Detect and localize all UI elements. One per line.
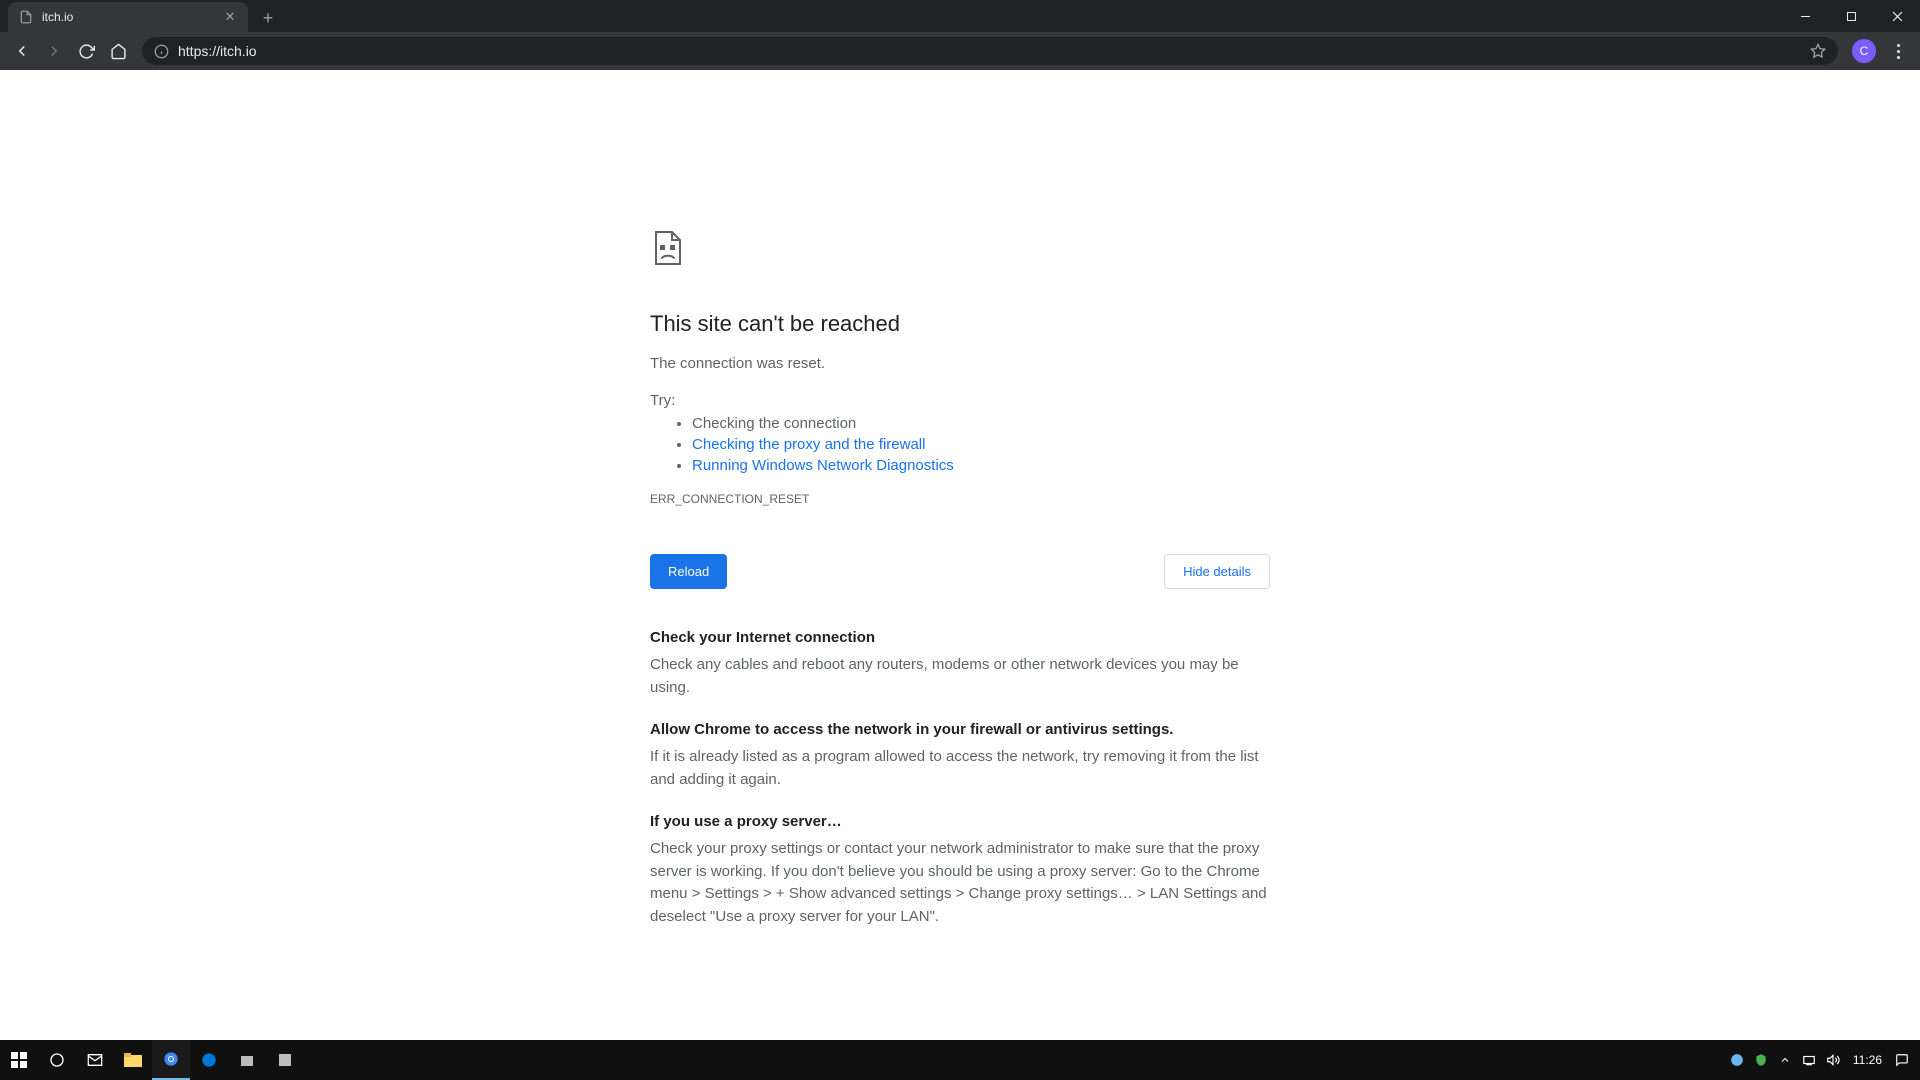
- window-maximize-button[interactable]: [1828, 0, 1874, 32]
- try-label: Try:: [650, 392, 1270, 409]
- start-button[interactable]: [0, 1040, 38, 1080]
- taskbar-file-explorer-icon[interactable]: [114, 1040, 152, 1080]
- address-bar[interactable]: https://itch.io: [142, 37, 1838, 65]
- tray-security-icon[interactable]: [1749, 1053, 1773, 1067]
- tab-favicon: [18, 9, 34, 25]
- tab-strip: itch.io ✕ +: [0, 0, 1920, 32]
- detail-1-title: Check your Internet connection: [650, 629, 1270, 646]
- hide-details-button[interactable]: Hide details: [1164, 554, 1270, 589]
- error-page: This site can't be reached The connectio…: [650, 230, 1270, 928]
- browser-tab[interactable]: itch.io ✕: [8, 2, 248, 32]
- nav-forward-button[interactable]: [40, 37, 68, 65]
- browser-toolbar: https://itch.io C: [0, 32, 1920, 70]
- nav-reload-button[interactable]: [72, 37, 100, 65]
- error-title: This site can't be reached: [650, 311, 1270, 337]
- address-bar-url: https://itch.io: [178, 43, 1808, 59]
- suggestion-list: Checking the connection Checking the pro…: [650, 415, 1270, 474]
- error-title-text: This site can't be reached: [650, 311, 900, 336]
- tab-title: itch.io: [42, 10, 222, 24]
- tab-close-icon[interactable]: ✕: [222, 9, 238, 25]
- taskbar-chrome-icon[interactable]: [152, 1040, 190, 1080]
- tray-volume-icon[interactable]: [1821, 1053, 1845, 1067]
- page-viewport: This site can't be reached The connectio…: [0, 70, 1920, 1040]
- browser-menu-button[interactable]: [1884, 37, 1912, 65]
- detail-2-title: Allow Chrome to access the network in yo…: [650, 721, 1270, 738]
- suggestion-proxy-link[interactable]: Checking the proxy and the firewall: [692, 436, 925, 453]
- nav-back-button[interactable]: [8, 37, 36, 65]
- system-tray: 11:26: [1725, 1040, 1920, 1080]
- suggestion-diagnostics-link[interactable]: Running Windows Network Diagnostics: [692, 457, 954, 474]
- detail-1-body: Check any cables and reboot any routers,…: [650, 654, 1270, 699]
- detail-3-title: If you use a proxy server…: [650, 813, 1270, 830]
- taskbar-edge-icon[interactable]: [190, 1040, 228, 1080]
- error-button-row: Reload Hide details: [650, 554, 1270, 589]
- error-details: Check your Internet connection Check any…: [650, 629, 1270, 928]
- avatar-initial: C: [1860, 44, 1869, 58]
- detail-3-body: Check your proxy settings or contact you…: [650, 838, 1270, 928]
- tray-steam-icon[interactable]: [1725, 1053, 1749, 1067]
- taskbar-clock[interactable]: 11:26: [1853, 1053, 1882, 1067]
- nav-home-button[interactable]: [104, 37, 132, 65]
- window-minimize-button[interactable]: [1782, 0, 1828, 32]
- detail-2-body: If it is already listed as a program all…: [650, 746, 1270, 791]
- tray-chevron-up-icon[interactable]: [1773, 1054, 1797, 1066]
- window-controls: [1782, 0, 1920, 32]
- taskbar-left: [0, 1040, 304, 1080]
- tray-network-icon[interactable]: [1797, 1053, 1821, 1067]
- sad-page-icon: [650, 230, 1270, 271]
- bookmark-star-icon[interactable]: [1808, 41, 1828, 61]
- reload-button[interactable]: Reload: [650, 554, 727, 589]
- taskbar-app-2-icon[interactable]: [266, 1040, 304, 1080]
- suggestion-check-connection: Checking the connection: [692, 415, 1270, 432]
- site-info-icon[interactable]: [152, 42, 170, 60]
- tray-notifications-icon[interactable]: [1890, 1053, 1914, 1067]
- windows-taskbar: 11:26: [0, 1040, 1920, 1080]
- error-code: ERR_CONNECTION_RESET: [650, 492, 1270, 506]
- taskbar-mail-icon[interactable]: [76, 1040, 114, 1080]
- taskbar-cortana-icon[interactable]: [38, 1040, 76, 1080]
- window-close-button[interactable]: [1874, 0, 1920, 32]
- profile-avatar[interactable]: C: [1852, 39, 1876, 63]
- new-tab-button[interactable]: +: [254, 4, 282, 32]
- taskbar-app-1-icon[interactable]: [228, 1040, 266, 1080]
- error-subtitle: The connection was reset.: [650, 355, 1270, 372]
